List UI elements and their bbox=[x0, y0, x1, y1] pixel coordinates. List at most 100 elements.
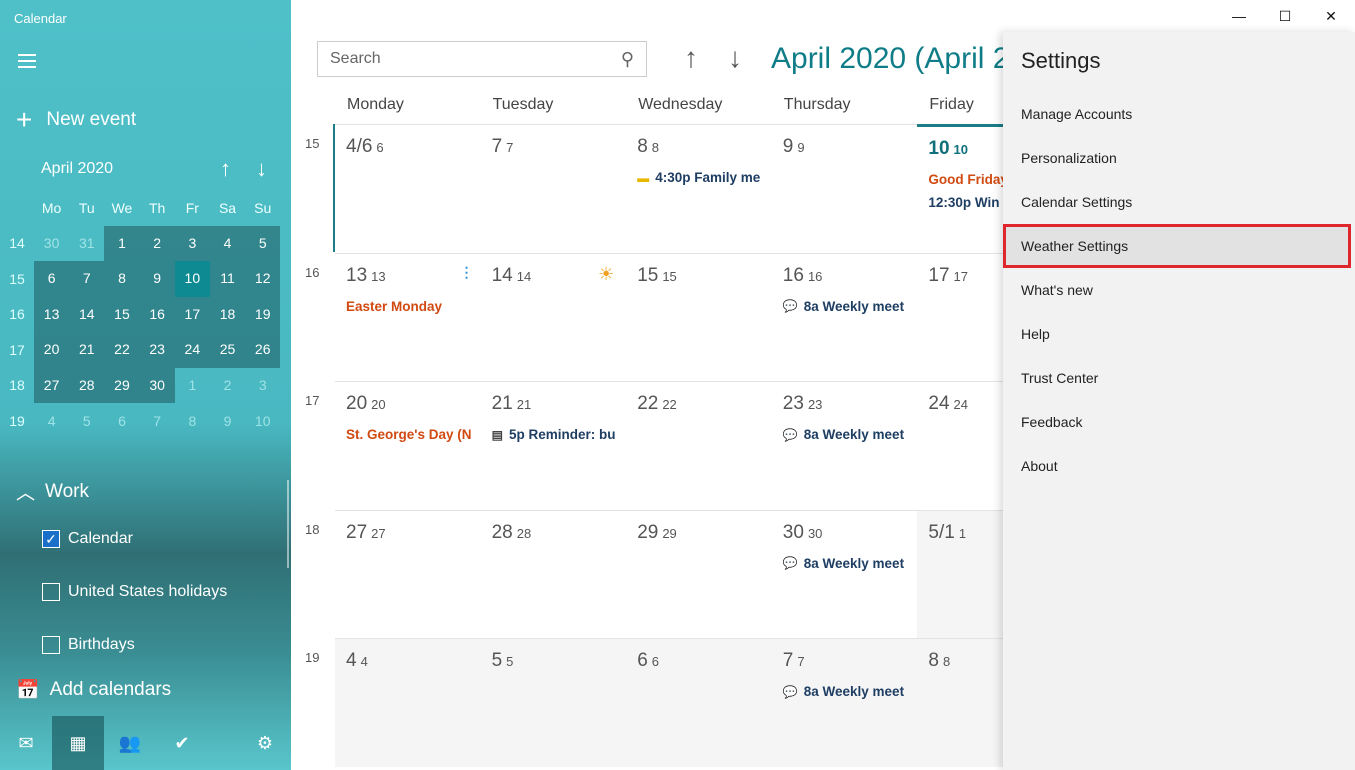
day-cell[interactable]: 13 13 ⫶ Easter Monday bbox=[335, 252, 481, 382]
mini-day[interactable]: 13 bbox=[34, 296, 70, 332]
search-icon[interactable]: ⚲ bbox=[621, 49, 634, 70]
day-cell[interactable]: 28 28 bbox=[480, 509, 627, 639]
mini-day[interactable]: 14 bbox=[69, 296, 105, 332]
new-event-button[interactable]: + New event bbox=[16, 104, 136, 136]
mini-day[interactable]: 16 bbox=[139, 296, 175, 332]
calendar-checkbox[interactable]: ✓ Calendar bbox=[42, 530, 133, 548]
day-cell[interactable]: 30 30 💬 8a Weekly meet bbox=[771, 509, 918, 639]
day-cell[interactable]: 77 bbox=[480, 124, 627, 253]
settings-icon[interactable]: ⚙ bbox=[239, 716, 291, 770]
sidebar-scrollbar[interactable] bbox=[287, 480, 289, 568]
work-group-toggle[interactable]: ︿ Work bbox=[16, 478, 89, 505]
mini-day[interactable]: 1 bbox=[175, 377, 210, 393]
mini-day[interactable]: 8 bbox=[104, 261, 140, 297]
mini-day[interactable]: 1 bbox=[104, 225, 140, 261]
mini-day[interactable]: 6 bbox=[104, 413, 139, 429]
mini-day[interactable]: 25 bbox=[209, 332, 246, 368]
mini-day[interactable]: 10 bbox=[174, 261, 210, 297]
settings-item-personalization[interactable]: Personalization bbox=[1003, 136, 1355, 180]
settings-item-feedback[interactable]: Feedback bbox=[1003, 400, 1355, 444]
day-cell[interactable]: 21 21 ▤ 5p Reminder: bu bbox=[480, 381, 627, 510]
day-cell[interactable]: 66 bbox=[626, 638, 772, 767]
mini-day[interactable]: 31 bbox=[69, 235, 104, 251]
settings-item-help[interactable]: Help bbox=[1003, 312, 1355, 356]
mini-day[interactable]: 4 bbox=[209, 225, 246, 261]
page-title[interactable]: April 2020 (April 2 bbox=[771, 42, 1009, 76]
settings-item-what-s-new[interactable]: What's new bbox=[1003, 268, 1355, 312]
mini-day[interactable]: 7 bbox=[69, 261, 105, 297]
day-cell[interactable]: 8 8 ▬ 4:30p Family me bbox=[626, 124, 772, 253]
mini-day[interactable]: 7 bbox=[140, 413, 175, 429]
calendar-checkbox[interactable]: Birthdays bbox=[42, 636, 135, 654]
mini-next-arrow-icon[interactable]: ↓ bbox=[256, 156, 267, 182]
day-cell[interactable]: 44 bbox=[335, 638, 481, 767]
mini-day[interactable]: 20 bbox=[34, 332, 70, 368]
mini-day[interactable]: 24 bbox=[174, 332, 210, 368]
calendar-event[interactable]: 💬 8a Weekly meet bbox=[783, 684, 907, 699]
calendar-event[interactable]: 💬 8a Weekly meet bbox=[783, 556, 907, 571]
mini-day[interactable]: 6 bbox=[34, 261, 70, 297]
mini-day[interactable]: 2 bbox=[139, 225, 175, 261]
mini-day[interactable]: 27 bbox=[34, 367, 70, 403]
mini-day[interactable]: 18 bbox=[209, 296, 246, 332]
people-icon[interactable]: 👥 bbox=[104, 716, 156, 770]
settings-item-manage-accounts[interactable]: Manage Accounts bbox=[1003, 92, 1355, 136]
mini-day[interactable]: 17 bbox=[174, 296, 210, 332]
mini-day[interactable]: 9 bbox=[210, 413, 245, 429]
settings-item-calendar-settings[interactable]: Calendar Settings bbox=[1003, 180, 1355, 224]
mini-day[interactable]: 15 bbox=[104, 296, 140, 332]
mini-day[interactable]: 9 bbox=[139, 261, 175, 297]
day-cell[interactable]: 7 7 💬 8a Weekly meet bbox=[771, 638, 918, 767]
mini-day[interactable]: 30 bbox=[34, 235, 69, 251]
day-cell[interactable]: 99 bbox=[771, 124, 918, 253]
mini-day[interactable]: 3 bbox=[174, 225, 210, 261]
mini-day[interactable]: 30 bbox=[139, 367, 175, 403]
day-cell[interactable]: 15 15 bbox=[626, 252, 772, 382]
calendar-event[interactable]: 💬 8a Weekly meet bbox=[783, 427, 907, 442]
mini-day[interactable]: 19 bbox=[245, 296, 281, 332]
next-arrow-icon[interactable]: ↓ bbox=[728, 42, 742, 74]
checkbox-icon[interactable] bbox=[42, 636, 60, 654]
calendar-icon[interactable]: ▦ bbox=[52, 716, 104, 770]
day-cell[interactable]: 29 29 bbox=[626, 509, 772, 639]
mini-day[interactable]: 22 bbox=[104, 332, 140, 368]
day-cell[interactable]: 55 bbox=[480, 638, 627, 767]
mini-day[interactable]: 4 bbox=[34, 413, 69, 429]
checkbox-icon[interactable] bbox=[42, 583, 60, 601]
mini-day[interactable]: 3 bbox=[245, 377, 280, 393]
day-cell[interactable]: 14 14 ☀ bbox=[480, 252, 627, 382]
checkbox-icon[interactable]: ✓ bbox=[42, 530, 60, 548]
mail-icon[interactable]: ✉ bbox=[0, 716, 52, 770]
day-cell[interactable]: 4/6 6 bbox=[335, 124, 481, 253]
mini-day[interactable]: 29 bbox=[104, 367, 140, 403]
mini-day[interactable]: 28 bbox=[69, 367, 105, 403]
day-cell[interactable]: 16 16 💬 8a Weekly meet bbox=[771, 252, 918, 382]
mini-day[interactable]: 11 bbox=[209, 261, 246, 297]
day-cell[interactable]: 23 23 💬 8a Weekly meet bbox=[771, 381, 918, 510]
mini-day[interactable]: 5 bbox=[245, 225, 281, 261]
calendar-checkbox[interactable]: United States holidays bbox=[42, 583, 227, 601]
menu-icon[interactable] bbox=[18, 54, 36, 68]
mini-day[interactable]: 10 bbox=[245, 413, 280, 429]
day-cell[interactable]: 27 27 bbox=[335, 509, 481, 639]
settings-item-trust-center[interactable]: Trust Center bbox=[1003, 356, 1355, 400]
day-cell[interactable]: 20 20 St. George's Day (N bbox=[335, 381, 481, 510]
todo-icon[interactable]: ✔ bbox=[156, 716, 208, 770]
holiday-event[interactable]: Easter Monday bbox=[346, 299, 470, 314]
calendar-event[interactable]: ▬ 4:30p Family me bbox=[637, 170, 761, 185]
holiday-event[interactable]: St. George's Day (N bbox=[346, 427, 472, 442]
calendar-event[interactable]: ▤ 5p Reminder: bu bbox=[492, 427, 616, 442]
mini-day[interactable]: 26 bbox=[245, 332, 281, 368]
search-input[interactable]: Search ⚲ bbox=[317, 41, 647, 77]
minimize-icon[interactable]: — bbox=[1216, 0, 1262, 32]
mini-day[interactable]: 2 bbox=[210, 377, 245, 393]
mini-calendar-month[interactable]: April 2020 bbox=[41, 160, 113, 178]
maximize-icon[interactable]: ☐ bbox=[1262, 0, 1308, 32]
settings-item-weather-settings[interactable]: Weather Settings bbox=[1003, 224, 1351, 268]
mini-day[interactable]: 23 bbox=[139, 332, 175, 368]
mini-day[interactable]: 5 bbox=[69, 413, 104, 429]
mini-prev-arrow-icon[interactable]: ↑ bbox=[220, 156, 231, 182]
close-icon[interactable]: ✕ bbox=[1308, 0, 1354, 32]
day-cell[interactable]: 22 22 bbox=[626, 381, 772, 510]
mini-day[interactable]: 8 bbox=[175, 413, 210, 429]
